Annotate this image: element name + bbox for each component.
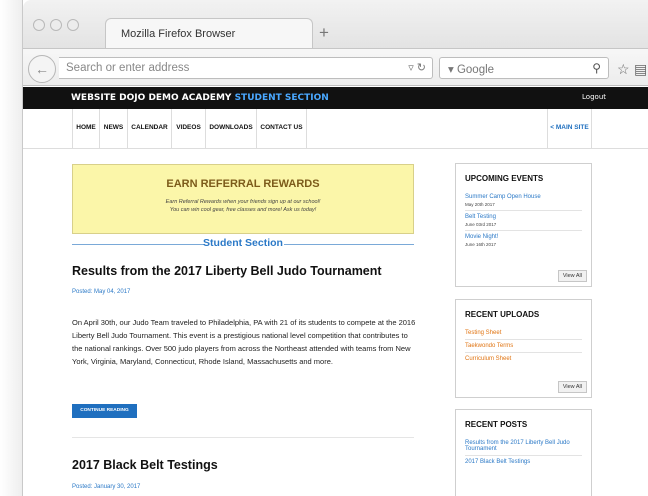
event-title[interactable]: Belt Testing — [465, 214, 582, 220]
recent-uploads-widget: RECENT UPLOADS Testing Sheet Taekwondo T… — [455, 299, 592, 398]
referral-promo-banner[interactable]: EARN REFERRAL REWARDS Earn Referral Rewa… — [72, 164, 414, 234]
minimize-window-icon[interactable] — [50, 19, 62, 31]
search-icon[interactable]: ⚲ — [592, 61, 601, 75]
list-item[interactable]: Taekwondo Terms — [465, 340, 582, 353]
section-title: Student Section — [203, 237, 283, 249]
site-header: WEBSITE DOJO DEMO ACADEMY STUDENT SECTIO… — [23, 87, 648, 109]
upload-link[interactable]: Curriculum Sheet — [465, 356, 582, 362]
event-title[interactable]: Summer Camp Open House — [465, 194, 582, 200]
post-date-2: Posted: January 30, 2017 — [72, 484, 141, 490]
reload-icon[interactable]: ▿ ↻ — [408, 61, 426, 74]
nav-contact-us[interactable]: CONTACT US — [257, 109, 307, 149]
section-heading: Student Section — [72, 235, 414, 253]
logout-link[interactable]: Logout — [582, 93, 606, 101]
site-nav: HOME NEWS CALENDAR VIDEOS DOWNLOADS CONT… — [23, 109, 648, 149]
list-item[interactable]: Movie Night! June 16th 2017 — [465, 231, 582, 250]
view-all-button[interactable]: View All — [557, 381, 587, 393]
upload-link[interactable]: Testing Sheet — [465, 330, 582, 336]
event-date: May 20th 2017 — [465, 202, 495, 207]
view-all-button[interactable]: View All — [557, 270, 587, 282]
promo-line-2: You can win cool gear, free classes and … — [169, 207, 317, 213]
post-title[interactable]: Results from the 2017 Liberty Bell Judo … — [72, 264, 382, 278]
post-title-2[interactable]: 2017 Black Belt Testings — [72, 458, 218, 472]
upcoming-events-widget: UPCOMING EVENTS Summer Camp Open House M… — [455, 163, 592, 287]
window-shadow — [0, 0, 22, 496]
nav-home[interactable]: HOME — [72, 109, 100, 149]
site-brand: WEBSITE DOJO DEMO ACADEMY — [71, 93, 232, 103]
close-window-icon[interactable] — [33, 19, 45, 31]
website: WEBSITE DOJO DEMO ACADEMY STUDENT SECTIO… — [23, 87, 648, 496]
upload-link[interactable]: Taekwondo Terms — [465, 343, 582, 349]
browser-tab[interactable]: Mozilla Firefox Browser — [105, 18, 313, 48]
site-brand-accent: STUDENT SECTION — [234, 93, 329, 103]
title-bar: Mozilla Firefox Browser + — [23, 0, 648, 48]
nav-videos[interactable]: VIDEOS — [172, 109, 206, 149]
continue-reading-button[interactable]: CONTINUE READING — [72, 404, 137, 418]
promo-title: EARN REFERRAL REWARDS — [166, 178, 320, 190]
back-button[interactable]: ← — [28, 55, 56, 83]
address-bar[interactable]: Search or enter address ▿ ↻ — [59, 57, 433, 79]
list-item[interactable]: Curriculum Sheet — [465, 353, 582, 365]
list-item[interactable]: Results from the 2017 Liberty Bell Judo … — [465, 437, 582, 456]
search-placeholder: Google — [456, 64, 495, 76]
recent-post-link[interactable]: 2017 Black Belt Testings — [465, 459, 582, 465]
list-item[interactable]: Belt Testing June 03rd 2017 — [465, 211, 582, 231]
recent-posts-widget: RECENT POSTS Results from the 2017 Liber… — [455, 409, 592, 496]
new-tab-button[interactable]: + — [319, 24, 329, 41]
event-date: June 16th 2017 — [465, 242, 497, 247]
reading-list-icon[interactable]: ▤ — [634, 61, 647, 78]
post-date: Posted: May 04, 2017 — [72, 289, 131, 295]
bookmark-star-icon[interactable]: ☆ — [617, 61, 630, 78]
post-divider — [72, 437, 414, 438]
widget-title: UPCOMING EVENTS — [465, 174, 544, 183]
post-body: On April 30th, our Judo Team traveled to… — [72, 318, 416, 366]
list-item[interactable]: Summer Camp Open House May 20th 2017 — [465, 191, 582, 211]
widget-title: RECENT POSTS — [465, 420, 528, 429]
main-site-link[interactable]: < MAIN SITE — [547, 109, 592, 149]
list-item[interactable]: Testing Sheet — [465, 327, 582, 340]
navigation-toolbar: ← Search or enter address ▿ ↻ ▾ Google ⚲… — [23, 48, 648, 86]
list-item[interactable]: 2017 Black Belt Testings — [465, 456, 582, 468]
nav-calendar[interactable]: CALENDAR — [128, 109, 172, 149]
nav-downloads[interactable]: DOWNLOADS — [206, 109, 257, 149]
browser-window: Mozilla Firefox Browser + ← Search or en… — [22, 0, 648, 496]
maximize-window-icon[interactable] — [67, 19, 79, 31]
nav-news[interactable]: NEWS — [100, 109, 128, 149]
tab-title: Mozilla Firefox Browser — [121, 28, 236, 40]
promo-line-1: Earn Referral Rewards when your friends … — [165, 199, 321, 205]
widget-title: RECENT UPLOADS — [465, 310, 540, 319]
recent-post-link[interactable]: Results from the 2017 Liberty Bell Judo … — [465, 440, 582, 452]
search-engine-icon[interactable]: ▾ — [448, 64, 457, 76]
event-title[interactable]: Movie Night! — [465, 234, 582, 240]
address-placeholder: Search or enter address — [66, 62, 190, 74]
search-bar[interactable]: ▾ Google ⚲ — [439, 57, 609, 79]
event-date: June 03rd 2017 — [465, 222, 497, 227]
